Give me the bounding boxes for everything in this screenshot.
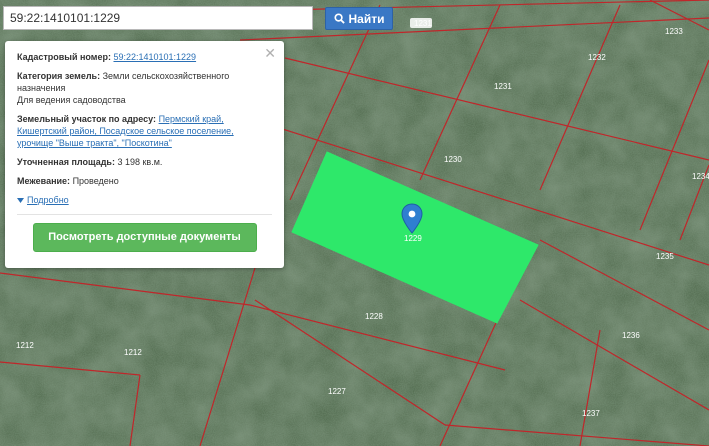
- parcel-label: 1231: [414, 19, 432, 28]
- land-category-row: Категория земель: Земли сельскохозяйстве…: [17, 70, 272, 106]
- parcel-info-popup: ✕ Кадастровый номер: 59:22:1410101:1229 …: [5, 41, 284, 268]
- parcel-label: 1229: [404, 234, 422, 243]
- more-details-link[interactable]: Подробно: [27, 194, 69, 206]
- caret-down-icon: [17, 197, 24, 203]
- address-label: Земельный участок по адресу:: [17, 114, 157, 124]
- close-icon[interactable]: ✕: [264, 45, 276, 61]
- address-row: Земельный участок по адресу: Пермский кр…: [17, 113, 272, 149]
- divider: [17, 214, 272, 215]
- parcel-label: 1236: [622, 331, 640, 340]
- survey-value: Проведено: [72, 176, 119, 186]
- parcel-label: 1232: [588, 53, 606, 62]
- area-row: Уточненная площадь: 3 198 кв.м.: [17, 156, 272, 168]
- parcel-label: 1233: [665, 27, 683, 36]
- parcel-label: 1212: [124, 348, 142, 357]
- parcel-label: 1227: [328, 387, 346, 396]
- parcel-label: 1237: [582, 409, 600, 418]
- survey-label: Межевание:: [17, 176, 71, 186]
- cadastral-number-label: Кадастровый номер:: [17, 52, 111, 62]
- survey-row: Межевание: Проведено: [17, 175, 272, 187]
- parcel-label: 1231: [494, 82, 512, 91]
- more-details-toggle[interactable]: Подробно: [17, 194, 272, 206]
- parcel-label: 1235: [656, 252, 674, 261]
- cadastral-number-row: Кадастровый номер: 59:22:1410101:1229: [17, 51, 272, 63]
- view-documents-button[interactable]: Посмотреть доступные документы: [32, 223, 257, 252]
- cadastral-number-link[interactable]: 59:22:1410101:1229: [113, 52, 196, 62]
- search-input[interactable]: [3, 6, 313, 30]
- search-icon: [333, 13, 345, 24]
- parcel-label: 1212: [16, 341, 34, 350]
- search-button-label: Найти: [348, 11, 385, 26]
- search-button[interactable]: Найти: [325, 7, 393, 30]
- land-category-label: Категория земель:: [17, 71, 101, 81]
- area-label: Уточненная площадь:: [17, 157, 115, 167]
- land-usage-value: Для ведения садоводства: [17, 95, 126, 105]
- parcel-label: 1228: [365, 312, 383, 321]
- area-value: 3 198 кв.м.: [117, 157, 163, 167]
- parcel-label: 1230: [444, 155, 462, 164]
- parcel-label: 1234: [692, 172, 709, 181]
